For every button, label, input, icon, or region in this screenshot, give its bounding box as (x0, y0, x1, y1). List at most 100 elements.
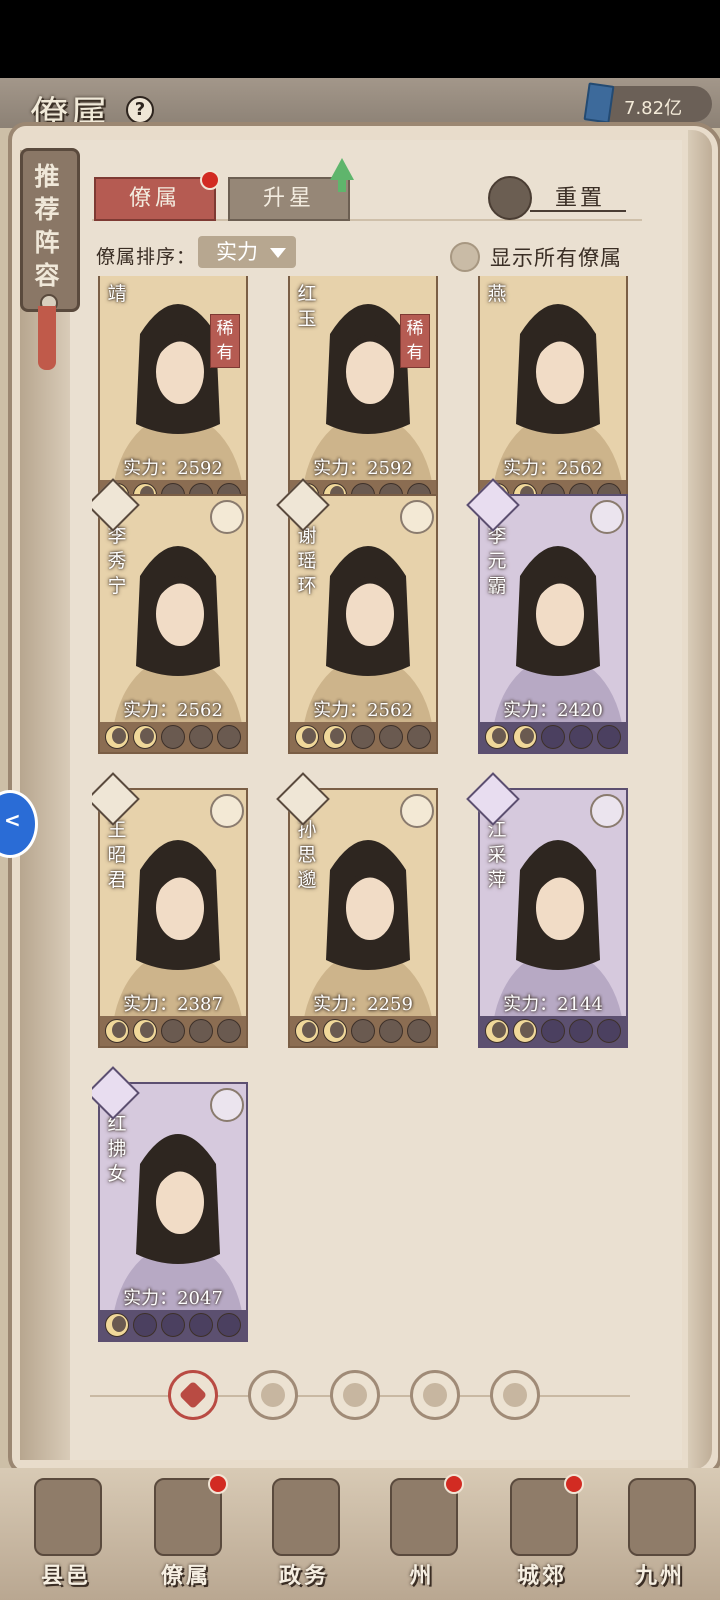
tassel (38, 306, 56, 370)
moon-star-empty-icon (569, 1019, 593, 1043)
moon-star-filled-icon (133, 725, 157, 749)
moon-star-empty-icon (379, 1019, 403, 1043)
arrow-up-icon-stem (338, 178, 346, 192)
nav-item[interactable]: 州 (372, 1474, 472, 1594)
yinyang-icon (210, 794, 244, 828)
moon-star-empty-icon (217, 1313, 241, 1337)
power-value: 实力：2144 (503, 994, 603, 1015)
retainer-card[interactable]: 王昭君 实力：2387 (92, 772, 248, 1050)
all-filter-icon[interactable] (168, 1370, 218, 1420)
retainer-name: 红玉 (297, 283, 317, 330)
power-value: 实力：2592 (313, 458, 413, 479)
reset-icon[interactable] (488, 176, 532, 220)
moon-star-empty-icon (569, 725, 593, 749)
book-edge (688, 130, 712, 1470)
help-icon[interactable]: ? (126, 96, 154, 124)
moon-star-filled-icon (513, 725, 537, 749)
moon-star-empty-icon (161, 1313, 185, 1337)
moon-star-empty-icon (217, 725, 241, 749)
nav-item[interactable]: 政务 (254, 1474, 354, 1594)
nav-label: 政务 (278, 1563, 329, 1589)
bell-icon[interactable] (248, 1370, 298, 1420)
notification-badge (444, 1474, 464, 1494)
retainer-grid: 靖稀有 实力：2592 红玉 稀有 实力：2592 燕实力：2562 李秀宁 实力：2562 谢… (92, 276, 652, 1356)
show-all-toggle[interactable] (450, 242, 480, 272)
retainer-card[interactable]: 孙思邈实力：2259 (276, 772, 438, 1050)
moon-star-filled-icon (323, 725, 347, 749)
assist-icon: < (4, 808, 21, 832)
book-icon (590, 500, 624, 534)
nav-item[interactable]: 城郊 (492, 1474, 592, 1594)
power-value: 实力：2420 (503, 700, 603, 721)
retainer-card[interactable]: 李元霸 实力：2420 (466, 478, 628, 756)
moon-star-empty-icon (133, 1313, 157, 1337)
lotus-icon (400, 794, 434, 828)
show-all-label: 显示所有僚属 (490, 246, 622, 270)
star-row (100, 722, 246, 752)
retainer-name: 江采萍 (487, 819, 507, 891)
rarity-badge: 稀有 (210, 314, 240, 368)
tab-retainers-badge (200, 170, 220, 190)
retainer-card[interactable]: 红拂女 实力：2047 (92, 1066, 248, 1344)
nav-building-icon (34, 1478, 102, 1556)
retainer-card[interactable]: 燕实力：2562 (478, 276, 628, 514)
cat-icon[interactable] (330, 1370, 380, 1420)
star-row (480, 722, 626, 752)
filter-glyph (423, 1383, 447, 1407)
recommend-lineup-label: 推荐阵容 (34, 162, 60, 290)
nav-label: 州 (409, 1563, 435, 1589)
power-value: 实力：2259 (313, 994, 413, 1015)
card-frame: 红玉 稀有 实力：2592 (288, 276, 438, 512)
arrow-up-icon (330, 158, 354, 180)
moon-star-empty-icon (379, 725, 403, 749)
moon-star-empty-icon (189, 725, 213, 749)
moon-star-filled-icon (133, 1019, 157, 1043)
moon-star-empty-icon (597, 725, 621, 749)
nav-building-icon (628, 1478, 696, 1556)
power-value: 实力：2562 (503, 458, 603, 479)
moon-star-filled-icon (105, 725, 129, 749)
retainer-name: 孙思邈 (297, 819, 317, 891)
moon-star-filled-icon (485, 1019, 509, 1043)
power-value: 实力：2387 (123, 994, 223, 1015)
card-frame: 靖稀有 实力：2592 (98, 276, 248, 512)
retainer-card[interactable]: 李秀宁 实力：2562 (92, 478, 248, 756)
retainer-name: 靖 (107, 283, 127, 305)
moon-star-filled-icon (105, 1313, 129, 1337)
nav-item[interactable]: 县邑 (16, 1474, 116, 1594)
reset-label: 重置 (554, 186, 605, 211)
star-row (480, 1016, 626, 1046)
moon-star-filled-icon (295, 725, 319, 749)
nav-label: 僚属 (160, 1563, 211, 1589)
retainer-card[interactable]: 谢瑶环 实力：2562 (276, 478, 438, 756)
moon-star-empty-icon (351, 1019, 375, 1043)
nav-label: 九州 (634, 1563, 685, 1589)
moon-star-empty-icon (597, 1019, 621, 1043)
lotus-icon (590, 794, 624, 828)
dog-icon[interactable] (490, 1370, 540, 1420)
tab-retainers[interactable]: 僚属 (94, 177, 216, 221)
nav-label: 城郊 (516, 1563, 567, 1589)
notification-badge (208, 1474, 228, 1494)
tab-upgrade-star[interactable]: 升星 (228, 177, 350, 221)
moon-star-empty-icon (407, 1019, 431, 1043)
yinyang-icon (210, 1088, 244, 1122)
retainer-name: 李秀宁 (107, 525, 127, 597)
retainer-card[interactable]: 靖稀有 实力：2592 (98, 276, 248, 514)
currency-value: 7.82亿 (624, 98, 683, 119)
nav-label: 县邑 (40, 1563, 91, 1589)
star-row (290, 1016, 436, 1046)
nav-item[interactable]: 九州 (610, 1474, 710, 1594)
star-row (290, 722, 436, 752)
retainer-card[interactable]: 红玉 稀有 实力：2592 (288, 276, 438, 514)
moon-star-empty-icon (541, 1019, 565, 1043)
notification-badge (564, 1474, 584, 1494)
retainer-name: 谢瑶环 (297, 525, 317, 597)
sword-icon (210, 500, 244, 534)
chevron-down-icon (270, 248, 286, 258)
fan-icon[interactable] (410, 1370, 460, 1420)
sort-label: 僚属排序： (96, 246, 197, 268)
nav-item[interactable]: 僚属 (136, 1474, 236, 1594)
moon-star-empty-icon (541, 725, 565, 749)
retainer-card[interactable]: 江采萍实力：2144 (466, 772, 628, 1050)
